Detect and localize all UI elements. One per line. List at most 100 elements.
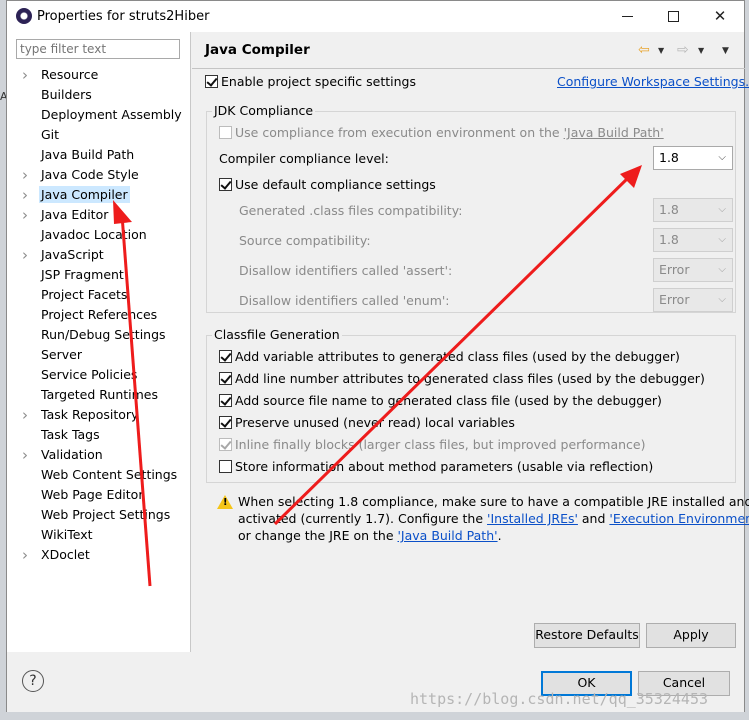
checkbox-box (205, 75, 218, 88)
classfile-option-checkbox[interactable]: Add variable attributes to generated cla… (219, 349, 680, 364)
tree-item[interactable]: › JavaScript (7, 245, 191, 265)
tree-item[interactable]: › Validation (7, 445, 191, 465)
tree-item[interactable]: Git (7, 125, 191, 145)
header-separator (192, 68, 745, 69)
generated-class-compat-select[interactable]: 1.8 ⌵ (653, 198, 733, 222)
classfile-option-checkbox[interactable]: Add source file name to generated class … (219, 393, 662, 408)
tree-item-label: Java Code Style (41, 167, 139, 182)
tree-item[interactable]: › Java Editor (7, 205, 191, 225)
jdk-compliance-title: JDK Compliance (212, 103, 316, 118)
checkbox-box (219, 460, 232, 473)
use-compliance-from-ee-checkbox[interactable]: Use compliance from execution environmen… (219, 125, 664, 140)
generated-class-compat-label: Generated .class files compatibility: (239, 203, 463, 218)
chevron-right-icon[interactable]: › (22, 548, 32, 563)
tree-item[interactable]: Javadoc Location (7, 225, 191, 245)
tree-item[interactable]: Task Tags (7, 425, 191, 445)
compliance-level-select[interactable]: 1.8 ⌵ (653, 146, 733, 170)
tree-item[interactable]: › Task Repository (7, 405, 191, 425)
chevron-right-icon[interactable]: › (22, 248, 32, 263)
chevron-right-icon[interactable]: › (22, 188, 32, 203)
tree-item[interactable]: Project References (7, 305, 191, 325)
execution-environments-link[interactable]: 'Execution Environments' (609, 511, 749, 526)
tree-item[interactable]: Run/Debug Settings (7, 325, 191, 345)
tree-item-label: Git (41, 127, 60, 142)
tree-item[interactable]: Java Build Path (7, 145, 191, 165)
page-title: Java Compiler (205, 42, 310, 58)
checkbox-box (219, 126, 232, 139)
maximize-button[interactable] (650, 1, 696, 31)
classfile-option-label: Add source file name to generated class … (235, 393, 662, 408)
tree-item-label: Server (41, 347, 82, 362)
chevron-right-icon[interactable]: › (22, 208, 32, 223)
minimize-icon (621, 15, 633, 17)
checkbox-box (219, 178, 232, 191)
classfile-option-checkbox[interactable]: Inline finally blocks (larger class file… (219, 437, 646, 452)
source-compat-select[interactable]: 1.8 ⌵ (653, 228, 733, 252)
tree-item-label: WikiText (41, 527, 93, 542)
tree-item[interactable]: › Java Compiler (7, 185, 191, 205)
classfile-option-checkbox[interactable]: Preserve unused (never read) local varia… (219, 415, 515, 430)
tree-item[interactable]: Web Project Settings (7, 505, 191, 525)
checkbox-box (219, 394, 232, 407)
tree-item[interactable]: Builders (7, 85, 191, 105)
back-history-chevron-icon[interactable]: ▼ (658, 46, 664, 55)
classfile-option-label: Add variable attributes to generated cla… (235, 349, 680, 364)
compliance-level-label: Compiler compliance level: (219, 151, 389, 166)
enable-project-specific-checkbox[interactable]: Enable project specific settings (205, 74, 416, 89)
installed-jres-link[interactable]: 'Installed JREs' (487, 511, 578, 526)
tree-item-label: Task Tags (41, 427, 100, 442)
warning-period: . (497, 528, 502, 543)
disallow-assert-select[interactable]: Error ⌵ (653, 258, 733, 282)
tree-item[interactable]: Service Policies (7, 365, 191, 385)
apply-button[interactable]: Apply (646, 623, 736, 648)
view-menu-chevron-icon[interactable]: ▼ (722, 46, 729, 56)
filter-input[interactable] (16, 39, 180, 59)
disallow-assert-value: Error (659, 262, 690, 277)
eclipse-icon (16, 8, 32, 24)
minimize-button[interactable] (604, 1, 650, 31)
warning-line-2: activated (currently 1.7). Configure the… (238, 511, 749, 526)
forward-arrow-icon[interactable]: ⇨ (677, 42, 689, 58)
disallow-enum-select[interactable]: Error ⌵ (653, 288, 733, 312)
tree-item-label: JSP Fragment (41, 267, 124, 282)
chevron-right-icon[interactable]: › (22, 168, 32, 183)
classfile-option-checkbox[interactable]: Store information about method parameter… (219, 459, 653, 474)
warning-java-build-path-link[interactable]: 'Java Build Path' (398, 528, 498, 543)
java-build-path-link[interactable]: 'Java Build Path' (564, 125, 664, 140)
chevron-right-icon[interactable]: › (22, 408, 32, 423)
restore-defaults-button[interactable]: Restore Defaults (534, 623, 640, 648)
tree-item[interactable]: › Resource (7, 65, 191, 85)
tree-item[interactable]: Server (7, 345, 191, 365)
chevron-right-icon[interactable]: › (22, 448, 32, 463)
compliance-level-value: 1.8 (659, 150, 679, 165)
title-bar: Properties for struts2Hiber ✕ (7, 1, 744, 32)
tree-item[interactable]: WikiText (7, 525, 191, 545)
forward-history-chevron-icon[interactable]: ▼ (698, 46, 704, 55)
tree-item-label: Java Build Path (41, 147, 135, 162)
classfile-option-label: Inline finally blocks (larger class file… (235, 437, 646, 452)
tree-item[interactable]: › Java Code Style (7, 165, 191, 185)
use-default-compliance-checkbox[interactable]: Use default compliance settings (219, 177, 436, 192)
tree-item[interactable]: › XDoclet (7, 545, 191, 565)
tree-item-label: JavaScript (41, 247, 104, 262)
tree-item[interactable]: Web Page Editor (7, 485, 191, 505)
tree-item[interactable]: Web Content Settings (7, 465, 191, 485)
help-icon[interactable]: ? (22, 670, 44, 692)
tree-item[interactable]: Targeted Runtimes (7, 385, 191, 405)
checkbox-box (219, 372, 232, 385)
tree-item[interactable]: Deployment Assembly (7, 105, 191, 125)
classfile-option-label: Store information about method parameter… (235, 459, 654, 474)
tree-item-label: Project Facets (41, 287, 128, 302)
warning-line-3: or change the JRE on the 'Java Build Pat… (238, 528, 502, 543)
disallow-assert-label: Disallow identifiers called 'assert': (239, 263, 453, 278)
close-button[interactable]: ✕ (697, 1, 743, 31)
chevron-right-icon[interactable]: › (22, 68, 32, 83)
back-arrow-icon[interactable]: ⇦ (638, 42, 650, 58)
window-title: Properties for struts2Hiber (37, 9, 210, 24)
chevron-down-icon: ⌵ (718, 234, 726, 245)
tree-item[interactable]: JSP Fragment (7, 265, 191, 285)
tree-item[interactable]: Project Facets (7, 285, 191, 305)
tree-item-label: Service Policies (41, 367, 138, 382)
classfile-option-checkbox[interactable]: Add line number attributes to generated … (219, 371, 705, 386)
configure-workspace-settings-link[interactable]: Configure Workspace Settings... (557, 74, 749, 89)
